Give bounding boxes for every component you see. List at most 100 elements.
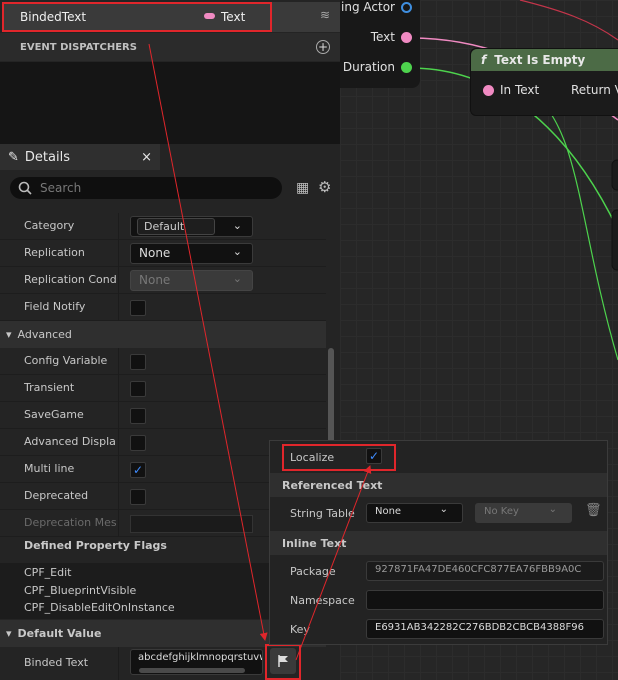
string-table-label: String Table [290, 506, 355, 520]
key-label: Key [290, 622, 310, 636]
flags-heading: Defined Property Flags [24, 539, 167, 552]
key-input[interactable]: E6931AB342282C276BDB2CBCB4388F96 [366, 619, 604, 639]
event-node[interactable]: ing Actor Text Duration [340, 0, 420, 88]
pin-label: ing Actor [341, 0, 395, 14]
section-label: EVENT DISPATCHERS [20, 41, 137, 53]
replication-combo[interactable]: None ⌄ [130, 243, 253, 264]
deprecated-checkbox[interactable] [130, 489, 146, 505]
string-table-row: String Table None ⌄ No Key ⌄ 🗑 [270, 499, 607, 527]
combo-value: No Key [484, 506, 519, 517]
search-placeholder: Search [40, 181, 82, 195]
deprecation-message-input [130, 515, 253, 533]
pin-row-text[interactable]: Text [371, 30, 412, 44]
event-dispatchers-header[interactable]: EVENT DISPATCHERS + [0, 33, 340, 61]
property-label: Multi line [24, 462, 75, 475]
key-row: Key E6931AB342282C276BDB2CBCB4388F96 [270, 615, 607, 643]
collapse-arrow-icon: ▾ [6, 627, 12, 640]
property-label: Deprecated [24, 489, 89, 502]
package-label: Package [290, 564, 336, 578]
multi-line-checkbox[interactable]: ✓ [130, 462, 146, 478]
close-tab-icon[interactable]: × [141, 150, 152, 165]
namespace-input[interactable] [366, 590, 604, 610]
flag-item: CPF_Edit [24, 566, 72, 579]
section-title: Advanced [17, 328, 72, 341]
savegame-checkbox[interactable] [130, 408, 146, 424]
no-key-combo: No Key ⌄ [475, 503, 572, 523]
section-title: Default Value [17, 627, 102, 640]
input-scrollbar[interactable] [139, 668, 245, 673]
package-value: 927871FA47DE460CFC877EA76FBB9A0C [366, 561, 604, 581]
float-pin-icon[interactable] [401, 61, 412, 73]
details-search-input[interactable]: Search [10, 177, 282, 199]
search-icon [18, 181, 32, 195]
field-notify-checkbox[interactable] [130, 300, 146, 316]
text-pin-icon[interactable] [401, 31, 412, 43]
visibility-eye-icon[interactable]: ≋ [320, 8, 330, 22]
property-label: Replication Condit [24, 273, 116, 286]
section-advanced[interactable]: ▾ Advanced [0, 321, 326, 348]
flag-item: CPF_BlueprintVisible [24, 584, 137, 597]
tab-details[interactable]: ✎ Details × [0, 144, 160, 170]
chevron-down-icon: ⌄ [439, 504, 448, 515]
namespace-label: Namespace [290, 593, 355, 607]
config-variable-checkbox[interactable] [130, 354, 146, 370]
chevron-down-icon: ⌄ [232, 272, 242, 285]
input-pin-row[interactable]: In Text [483, 83, 539, 97]
pin-row-duration[interactable]: Duration [343, 60, 412, 74]
string-table-combo[interactable]: None ⌄ [366, 503, 463, 523]
annotation-highlight-flag [265, 644, 301, 680]
text-is-empty-node[interactable]: f Text Is Empty In Text Return V [470, 48, 618, 116]
advanced-display-checkbox[interactable] [130, 435, 146, 451]
property-label: Binded Text [24, 656, 89, 669]
category-value[interactable]: Default [137, 218, 215, 235]
table-view-icon[interactable]: ▦ [296, 180, 309, 196]
collapse-arrow-icon: ▾ [6, 328, 12, 341]
settings-gear-icon[interactable]: ⚙ [318, 178, 331, 196]
pin-label: Text [370, 30, 395, 44]
chevron-down-icon: ⌄ [548, 504, 557, 515]
property-row-category: Category Default ⌄ [0, 213, 326, 240]
node-header: f Text Is Empty [471, 49, 618, 71]
trash-icon[interactable]: 🗑 [585, 503, 602, 518]
replication-condition-combo: None ⌄ [130, 270, 253, 291]
object-pin-icon[interactable] [401, 1, 412, 13]
property-label: Deprecation Mess [24, 516, 116, 529]
text-pin-icon[interactable] [483, 84, 494, 96]
panel-gap [0, 62, 340, 144]
category-combo[interactable]: Default ⌄ [130, 216, 253, 237]
property-label: Category [24, 219, 75, 232]
property-label: Field Notify [24, 300, 86, 313]
pin-row-actor[interactable]: ing Actor [341, 0, 412, 14]
property-label: Transient [24, 381, 75, 394]
tab-label: Details [24, 149, 70, 165]
property-row-savegame: SaveGame [0, 402, 326, 429]
binded-text-input[interactable]: abcdefghijklmnopqrstuvw [130, 649, 263, 675]
annotation-highlight-variable [2, 2, 272, 32]
inline-text-heading: Inline Text [270, 531, 607, 555]
combo-value: None [375, 506, 402, 517]
localize-popup: Localize ✓ Referenced Text String Table … [269, 440, 608, 645]
property-label: Replication [24, 246, 85, 259]
function-icon: f [481, 53, 487, 67]
namespace-row: Namespace [270, 586, 607, 614]
input-value: abcdefghijklmnopqrstuvw [138, 652, 263, 663]
property-row-transient: Transient [0, 375, 326, 402]
flag-item: CPF_DisableEditOnInstance [24, 601, 175, 614]
pin-label: Duration [342, 60, 395, 74]
property-row-config-variable: Config Variable [0, 348, 326, 375]
combo-value: None [139, 273, 171, 287]
property-row-replication-condition: Replication Condit None ⌄ [0, 267, 326, 294]
output-pin-label: Return V [571, 83, 618, 97]
property-row-field-notify: Field Notify [0, 294, 326, 321]
transient-checkbox[interactable] [130, 381, 146, 397]
chevron-down-icon: ⌄ [232, 245, 242, 258]
property-label: SaveGame [24, 408, 84, 421]
add-dispatcher-icon[interactable]: + [316, 40, 330, 54]
property-label: Config Variable [24, 354, 108, 367]
node-title: Text Is Empty [494, 53, 586, 67]
property-label: Advanced Display [24, 435, 116, 448]
package-row: Package 927871FA47DE460CFC877EA76FBB9A0C [270, 557, 607, 585]
pencil-icon: ✎ [8, 149, 19, 165]
annotation-highlight-localize [282, 444, 396, 471]
referenced-text-heading: Referenced Text [270, 473, 607, 497]
